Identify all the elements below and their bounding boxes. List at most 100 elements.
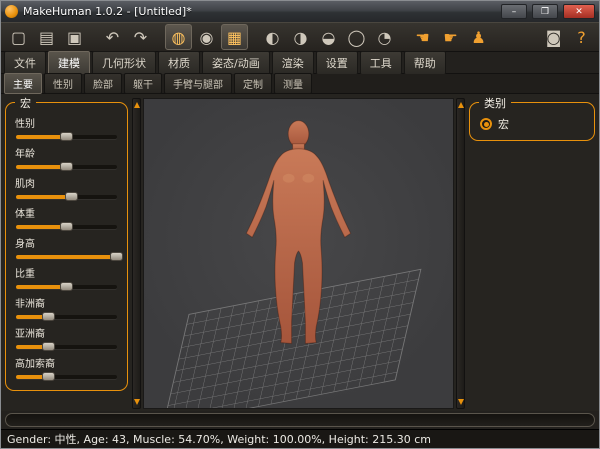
african-slider-group: 非洲裔 — [14, 295, 119, 322]
proportion-slider-handle[interactable] — [60, 282, 73, 291]
right-panel-scroll-strip[interactable] — [456, 98, 465, 409]
subtab-measure[interactable]: 测量 — [274, 73, 312, 94]
screenshot-button[interactable]: ◙ — [540, 24, 567, 50]
viewport-scene — [144, 99, 453, 408]
gender-slider[interactable] — [16, 131, 117, 142]
progress-bar — [5, 413, 595, 427]
subtab-custom[interactable]: 定制 — [234, 73, 272, 94]
face-camera-button[interactable]: ◔ — [371, 24, 398, 50]
african-slider[interactable] — [16, 311, 117, 322]
gender-slider-handle[interactable] — [60, 132, 73, 141]
age-slider-label: 年龄 — [15, 145, 119, 160]
category-groupbox-title: 类别 — [479, 95, 511, 111]
menu-item-geometries[interactable]: 几何形状 — [92, 51, 156, 75]
undo-button[interactable]: ↶ — [99, 24, 126, 50]
radio-selected-icon — [480, 118, 492, 130]
save-file-button[interactable]: ▣ — [61, 24, 88, 50]
weight-slider-handle[interactable] — [60, 222, 73, 231]
category-option-macro[interactable]: 宏 — [478, 115, 586, 135]
face-camera-icon: ◔ — [378, 28, 392, 47]
category-groupbox: 类别 宏 — [469, 102, 595, 141]
new-file-button[interactable]: ▢ — [5, 24, 32, 50]
weight-slider[interactable] — [16, 221, 117, 232]
progress-row — [1, 411, 599, 429]
global-camera-button[interactable]: ◯ — [343, 24, 370, 50]
scroll-down-arrow-icon[interactable] — [458, 399, 464, 405]
muscle-slider-handle[interactable] — [65, 192, 78, 201]
subtab-bar: 主要 性别 脸部 躯干 手臂与腿部 定制 测量 — [1, 74, 599, 94]
height-slider-label: 身高 — [15, 235, 119, 250]
symmetry-toggle-icon: ◒ — [322, 28, 336, 47]
height-slider-handle[interactable] — [110, 252, 123, 261]
category-option-label: 宏 — [498, 116, 509, 132]
subtab-gender[interactable]: 性别 — [44, 73, 82, 94]
help-button[interactable]: ? — [568, 24, 595, 50]
asian-slider[interactable] — [16, 341, 117, 352]
menu-item-help[interactable]: 帮助 — [404, 51, 446, 75]
help-icon: ? — [577, 28, 586, 47]
app-logo-icon — [5, 5, 18, 18]
menu-item-settings[interactable]: 设置 — [316, 51, 358, 75]
close-button[interactable]: ✕ — [563, 4, 595, 19]
weight-slider-group: 体重 — [14, 205, 119, 232]
subtab-main[interactable]: 主要 — [4, 73, 42, 94]
smooth-shading-icon: ◍ — [172, 28, 186, 47]
caucasian-slider-group: 高加索裔 — [14, 355, 119, 382]
gender-slider-label: 性别 — [15, 115, 119, 130]
subtab-torso[interactable]: 躯干 — [124, 73, 162, 94]
age-slider-fill — [16, 165, 67, 169]
makehuman-window: MakeHuman 1.0.2 - [Untitled]* – ❐ ✕ ▢ ▤ … — [0, 0, 600, 449]
right-hand-icon: ☛ — [443, 28, 457, 47]
maximize-button[interactable]: ❐ — [532, 4, 558, 19]
right-panel: 类别 宏 — [467, 98, 597, 409]
scroll-up-arrow-icon[interactable] — [134, 102, 140, 108]
model-chest-right — [302, 174, 314, 183]
age-slider[interactable] — [16, 161, 117, 172]
wireframe-button[interactable]: ◉ — [193, 24, 220, 50]
save-file-icon: ▣ — [67, 28, 82, 47]
menu-item-utilities[interactable]: 工具 — [360, 51, 402, 75]
status-bar: Gender: 中性, Age: 43, Muscle: 54.70%, Wei… — [1, 429, 599, 448]
menu-item-pose-animate[interactable]: 姿态/动画 — [202, 51, 270, 75]
african-slider-handle[interactable] — [42, 312, 55, 321]
age-slider-handle[interactable] — [60, 162, 73, 171]
caucasian-slider[interactable] — [16, 371, 117, 382]
gender-slider-group: 性别 — [14, 115, 119, 142]
muscle-slider-label: 肌肉 — [15, 175, 119, 190]
redo-button[interactable]: ↷ — [127, 24, 154, 50]
symmetry-left-button[interactable]: ◐ — [259, 24, 286, 50]
left-hand-pose-button[interactable]: ☚ — [409, 24, 436, 50]
menu-item-rendering[interactable]: 渲染 — [272, 51, 314, 75]
undo-icon: ↶ — [106, 28, 119, 47]
scroll-down-arrow-icon[interactable] — [134, 399, 140, 405]
menu-item-files[interactable]: 文件 — [4, 51, 46, 75]
minimize-button[interactable]: – — [501, 4, 527, 19]
symmetry-right-button[interactable]: ◑ — [287, 24, 314, 50]
left-panel: 宏 性别 年龄 — [3, 98, 130, 409]
muscle-slider-group: 肌肉 — [14, 175, 119, 202]
viewport-3d[interactable] — [143, 98, 454, 409]
scroll-up-arrow-icon[interactable] — [458, 102, 464, 108]
macro-groupbox-title: 宏 — [15, 95, 36, 111]
height-slider[interactable] — [16, 251, 117, 262]
muscle-slider[interactable] — [16, 191, 117, 202]
muscle-slider-fill — [16, 195, 72, 199]
menu-item-materials[interactable]: 材质 — [158, 51, 200, 75]
symmetry-toggle-button[interactable]: ◒ — [315, 24, 342, 50]
gender-slider-fill — [16, 135, 67, 139]
subtab-arms-legs[interactable]: 手臂与腿部 — [164, 73, 232, 94]
menu-item-modelling[interactable]: 建模 — [48, 51, 90, 75]
asian-slider-handle[interactable] — [42, 342, 55, 351]
right-hand-pose-button[interactable]: ☛ — [437, 24, 464, 50]
background-toggle-button[interactable]: ▦ — [221, 24, 248, 50]
left-panel-scroll-strip[interactable] — [132, 98, 141, 409]
main-area: 宏 性别 年龄 — [1, 94, 599, 411]
proportion-slider[interactable] — [16, 281, 117, 292]
skeleton-view-button[interactable]: ♟ — [465, 24, 492, 50]
caucasian-slider-handle[interactable] — [42, 372, 55, 381]
symmetry-right-icon: ◑ — [294, 28, 308, 47]
subtab-face[interactable]: 脸部 — [84, 73, 122, 94]
proportion-slider-label: 比重 — [15, 265, 119, 280]
load-file-button[interactable]: ▤ — [33, 24, 60, 50]
smooth-shading-button[interactable]: ◍ — [165, 24, 192, 50]
